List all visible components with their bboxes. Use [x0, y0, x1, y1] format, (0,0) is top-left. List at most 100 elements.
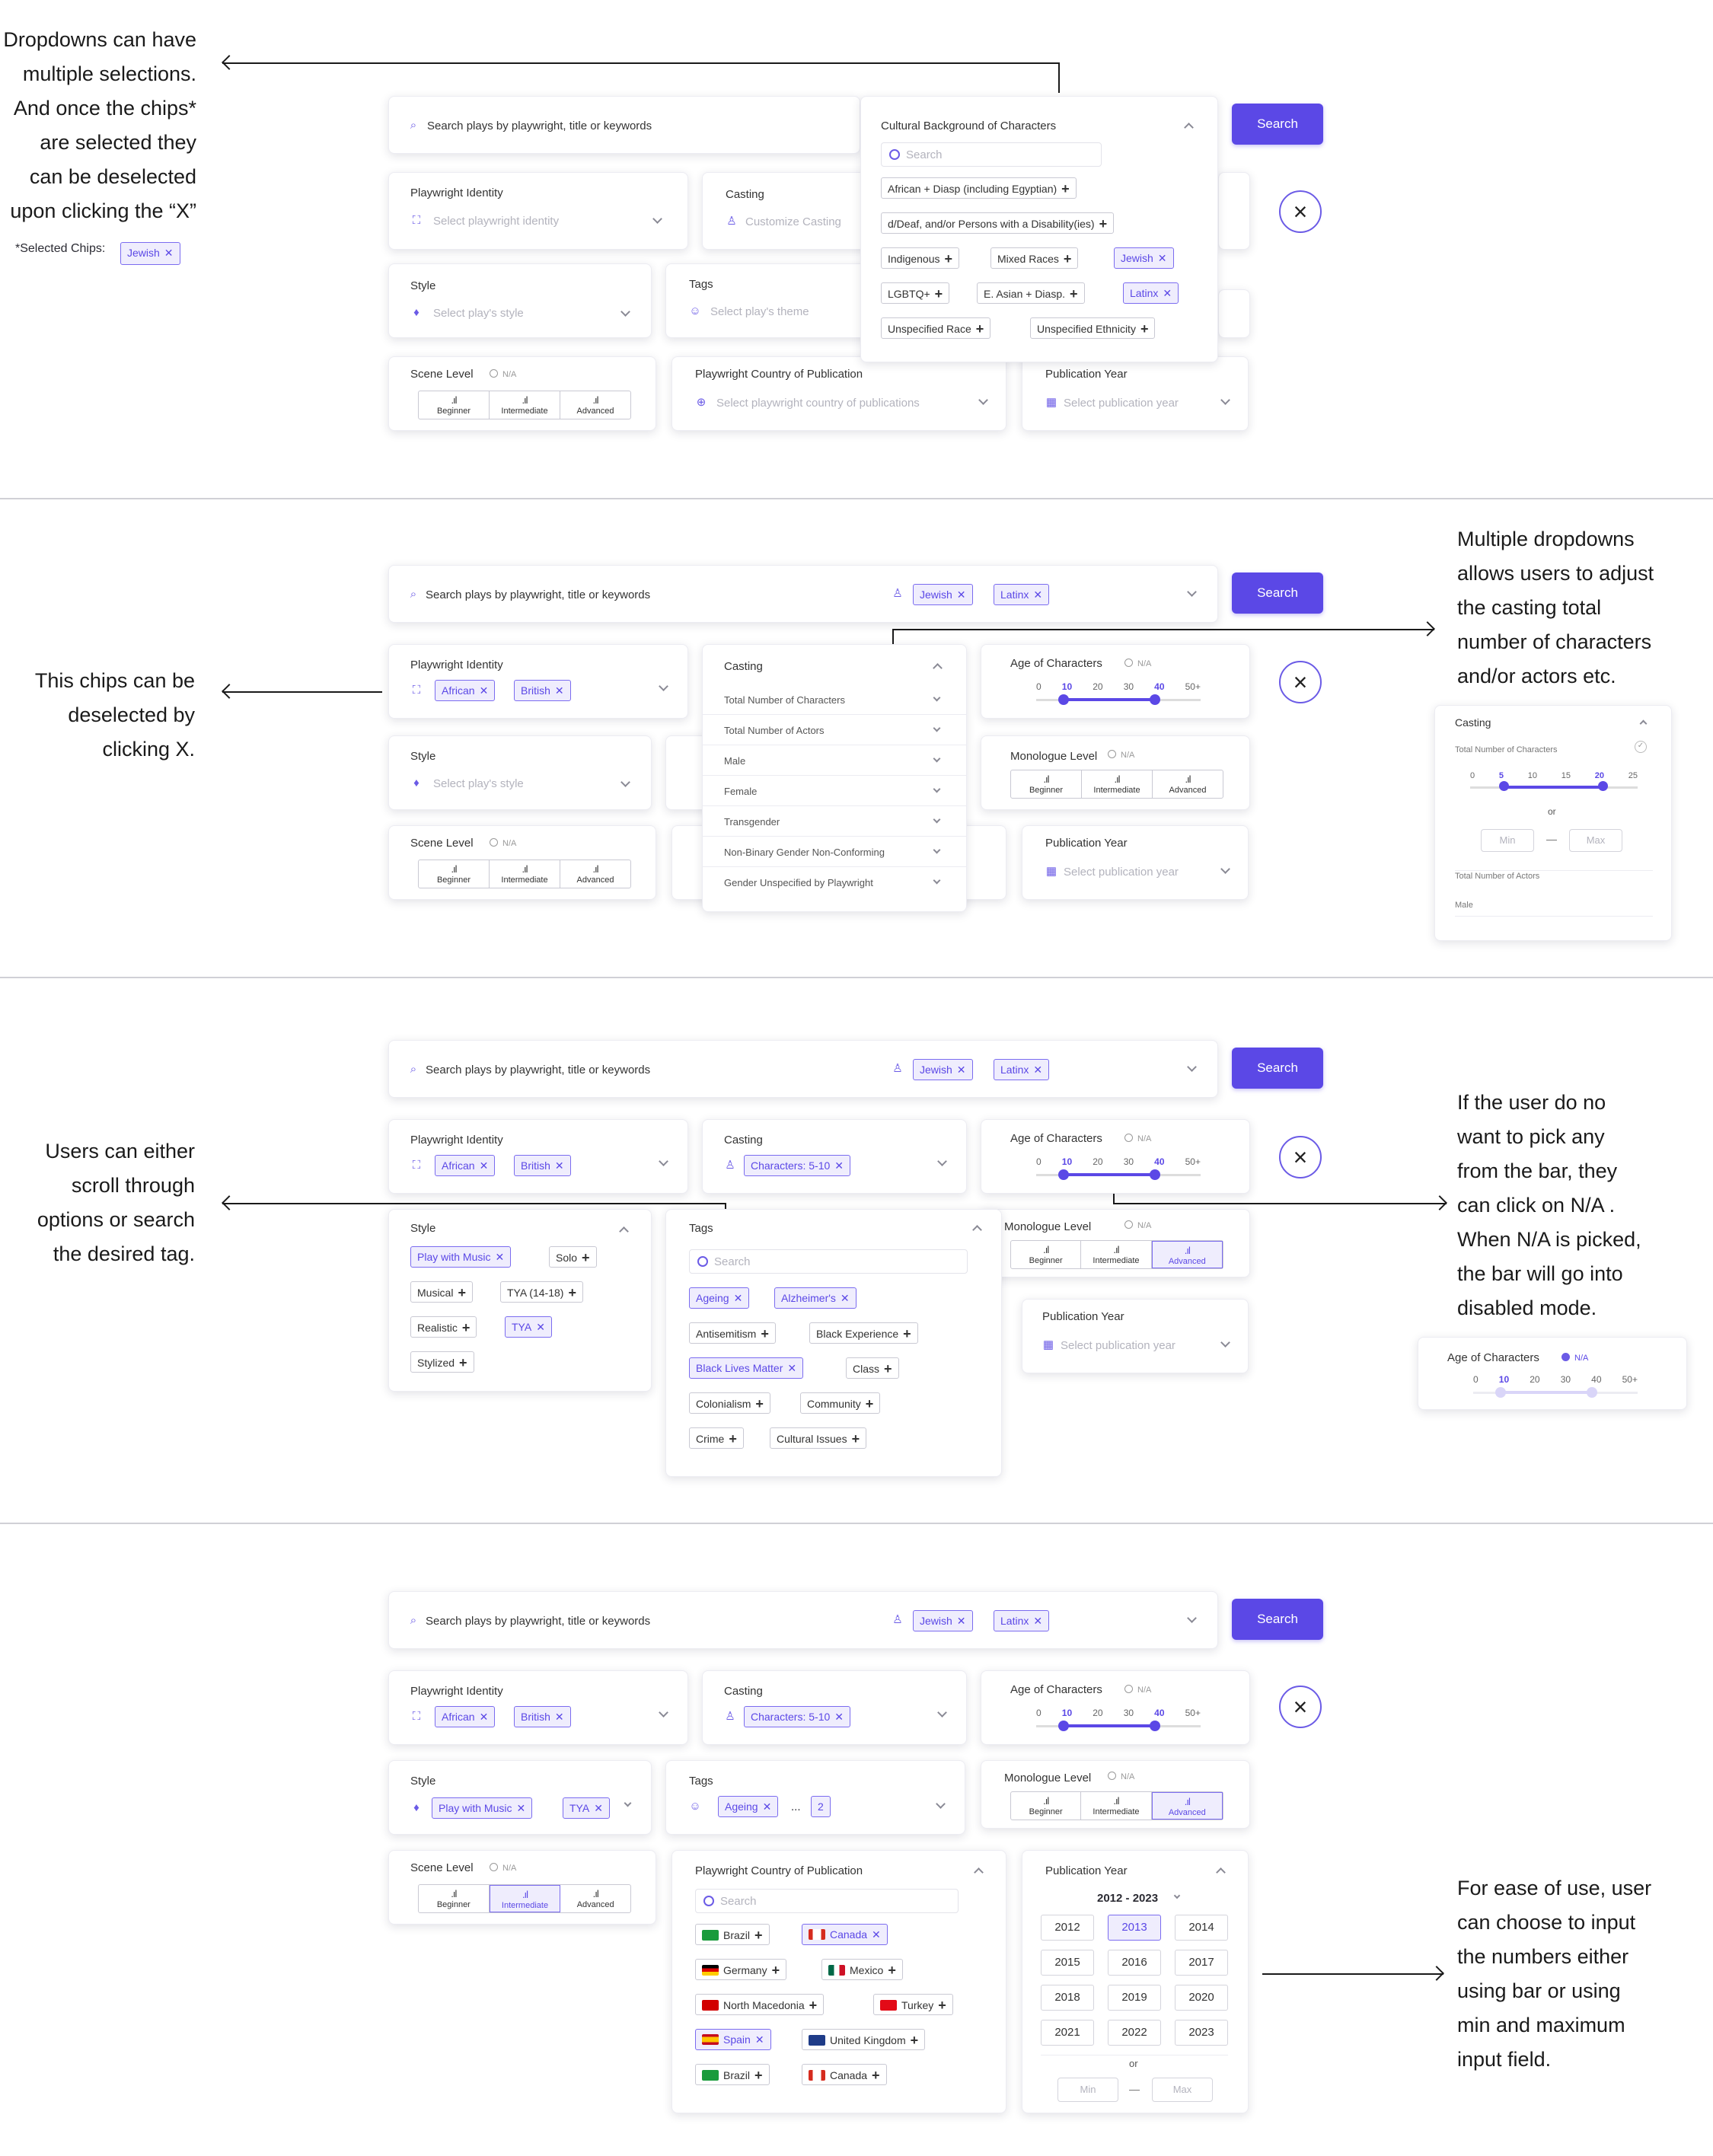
- level-intermediate[interactable]: .ıl Intermediate: [1081, 1792, 1152, 1820]
- na-radio[interactable]: N/A: [1108, 750, 1134, 760]
- selected-chip[interactable]: Play with Music ✕: [410, 1246, 512, 1268]
- chevron-down-icon[interactable]: [937, 1156, 947, 1166]
- option-chip[interactable]: Class +: [846, 1357, 899, 1379]
- option-chip[interactable]: Indigenous +: [881, 247, 960, 269]
- country-field[interactable]: Playwright Country of Publication ⊕ Sele…: [671, 356, 1006, 431]
- option-chip[interactable]: Mixed Races +: [990, 247, 1079, 269]
- level-selector[interactable]: .ıl Beginner .ıl Intermediate .ıl Advanced: [418, 391, 631, 419]
- slider-handle[interactable]: [1150, 1721, 1160, 1731]
- level-beginner[interactable]: .ıl Beginner: [1011, 770, 1082, 798]
- year-cell[interactable]: 2012: [1041, 1915, 1094, 1941]
- tags-search-input[interactable]: Search: [689, 1249, 968, 1274]
- option-label[interactable]: Male: [1455, 901, 1473, 910]
- chevron-down-icon[interactable]: [1220, 864, 1230, 874]
- slider-handle[interactable]: [1150, 694, 1160, 705]
- chevron-down-icon[interactable]: [1220, 1338, 1230, 1348]
- level-beginner[interactable]: .ıl Beginner: [419, 391, 490, 419]
- level-selector[interactable]: .ıl Beginner .ıl Intermediate .ıl Advanced: [418, 1884, 631, 1913]
- slider-handle[interactable]: [1058, 1169, 1069, 1180]
- chevron-up-icon[interactable]: [933, 663, 943, 673]
- min-input[interactable]: Min: [1481, 829, 1534, 852]
- casting-field[interactable]: Casting ♙ Customize Casting: [702, 172, 869, 250]
- chevron-down-icon[interactable]: [624, 1799, 632, 1807]
- selected-chip[interactable]: British ✕: [514, 1155, 571, 1176]
- search-button[interactable]: Search: [1232, 572, 1323, 614]
- chevron-down-icon[interactable]: [1220, 395, 1230, 405]
- na-radio[interactable]: N/A: [490, 369, 516, 379]
- playwright-identity-field[interactable]: Playwright Identity ⛶ Select playwright …: [388, 172, 688, 250]
- selected-chip[interactable]: Play with Music ✕: [432, 1797, 533, 1819]
- country-option[interactable]: North Macedonia +: [695, 1994, 825, 2015]
- search-input[interactable]: Search plays by playwright, title or key…: [426, 1615, 650, 1628]
- option-chip[interactable]: d/Deaf, and/or Persons with a Disability…: [881, 212, 1115, 234]
- country-option[interactable]: United Kingdom +: [802, 2029, 926, 2050]
- chevron-up-icon[interactable]: [1184, 123, 1194, 132]
- chevron-down-icon[interactable]: [652, 214, 662, 224]
- na-radio[interactable]: N/A: [490, 838, 516, 848]
- style-field[interactable]: Style ♦ Play with Music ✕ TYA ✕: [388, 1760, 652, 1835]
- option-chip[interactable]: Unspecified Race +: [881, 317, 991, 339]
- search-bar[interactable]: ⌕ Search plays by playwright, title or k…: [388, 565, 1218, 623]
- year-dropdown[interactable]: Publication Year 2012 - 2023 2012 2013 2…: [1022, 1850, 1249, 2113]
- casting-option[interactable]: Total Number of Characters: [703, 684, 966, 715]
- tags-field[interactable]: Tags ☺ Ageing ✕ ... 2: [665, 1760, 965, 1835]
- style-field[interactable]: Style ♦ Select play's style: [388, 263, 652, 338]
- chevron-up-icon[interactable]: [1639, 719, 1648, 728]
- selected-chip[interactable]: Latinx ✕: [1123, 282, 1179, 304]
- selected-chip[interactable]: Ageing ✕: [689, 1287, 750, 1309]
- casting-field[interactable]: Casting ♙ Characters: 5-10 ✕: [702, 1670, 967, 1745]
- scene-level-field[interactable]: Scene Level N/A .ıl Beginner .ıl Intermedi…: [388, 356, 656, 431]
- check-icon[interactable]: ✓: [1635, 741, 1647, 753]
- country-option[interactable]: Mexico +: [821, 1959, 903, 1980]
- level-advanced[interactable]: .ıl Advanced: [1151, 1792, 1223, 1820]
- country-option[interactable]: Brazil +: [695, 1924, 770, 1945]
- casting-option[interactable]: Non-Binary Gender Non-Conforming: [703, 837, 966, 867]
- level-beginner[interactable]: .ıl Beginner: [1011, 1241, 1082, 1268]
- option-label[interactable]: Total Number of Actors: [1455, 872, 1539, 881]
- level-beginner[interactable]: .ıl Beginner: [1011, 1792, 1082, 1820]
- pub-year-field[interactable]: Publication Year ▦ Select publication ye…: [1022, 1299, 1249, 1373]
- search-input[interactable]: Search plays by playwright, title or key…: [427, 120, 652, 132]
- level-selector[interactable]: .ıl Beginner .ıl Intermediate .ıl Advanced: [418, 860, 631, 888]
- country-search-input[interactable]: Search: [695, 1889, 959, 1913]
- close-icon[interactable]: ×: [1279, 1686, 1322, 1728]
- chevron-up-icon[interactable]: [619, 1226, 629, 1236]
- chevron-down-icon[interactable]: [659, 1708, 668, 1717]
- option-chip[interactable]: E. Asian + Diasp. +: [977, 282, 1085, 304]
- level-advanced[interactable]: .ıl Advanced: [1153, 770, 1223, 798]
- selected-chip[interactable]: Latinx ✕: [994, 1610, 1050, 1631]
- country-option[interactable]: Germany +: [695, 1959, 787, 1980]
- selected-chip[interactable]: Characters: 5-10 ✕: [744, 1155, 851, 1176]
- selected-chip[interactable]: TYA ✕: [505, 1316, 552, 1338]
- search-bar[interactable]: ⌕ Search plays by playwright, title or k…: [388, 1040, 1218, 1098]
- level-beginner[interactable]: .ıl Beginner: [419, 1885, 490, 1912]
- style-field[interactable]: Style ♦ Select play's style: [388, 735, 652, 810]
- selected-country[interactable]: Spain ✕: [695, 2029, 771, 2050]
- na-radio[interactable]: N/A: [1124, 1685, 1151, 1695]
- age-field[interactable]: Age of Characters N/A 0 10 20 30 40 50+: [981, 1670, 1250, 1745]
- selected-country[interactable]: Canada ✕: [802, 1924, 888, 1945]
- selected-chip[interactable]: Latinx ✕: [994, 584, 1050, 605]
- slider-handle[interactable]: [1058, 694, 1069, 705]
- search-bar[interactable]: ⌕ Search plays by playwright, title or k…: [388, 1591, 1218, 1649]
- slider-handle[interactable]: [1058, 1721, 1069, 1731]
- chevron-down-icon[interactable]: [1187, 1062, 1197, 1072]
- min-input[interactable]: Min: [1057, 2078, 1118, 2102]
- year-cell[interactable]: 2017: [1175, 1950, 1228, 1976]
- level-intermediate[interactable]: .ıl Intermediate: [489, 1885, 561, 1912]
- style-dropdown[interactable]: Style Play with Music ✕ Solo + Musical + TY…: [388, 1209, 652, 1392]
- year-cell[interactable]: 2023: [1175, 2020, 1228, 2046]
- option-chip[interactable]: Cultural Issues +: [770, 1427, 867, 1449]
- scene-level-field[interactable]: Scene Level N/A .ıl Beginner .ıl Intermedi…: [388, 825, 656, 900]
- casting-option[interactable]: Total Number of Actors: [703, 715, 966, 745]
- close-icon[interactable]: ×: [1279, 1136, 1322, 1178]
- slider-handle[interactable]: [1499, 781, 1509, 791]
- year-cell[interactable]: 2014: [1175, 1915, 1228, 1941]
- cultural-dropdown[interactable]: Cultural Background of Characters Search…: [860, 96, 1218, 362]
- selected-chip[interactable]: Alzheimer's ✕: [774, 1287, 856, 1309]
- level-advanced[interactable]: .ıl Advanced: [560, 860, 630, 888]
- option-chip[interactable]: Solo +: [549, 1246, 597, 1268]
- year-cell[interactable]: 2021: [1041, 2020, 1094, 2046]
- country-option[interactable]: Canada +: [802, 2064, 887, 2085]
- year-cell[interactable]: 2015: [1041, 1950, 1094, 1976]
